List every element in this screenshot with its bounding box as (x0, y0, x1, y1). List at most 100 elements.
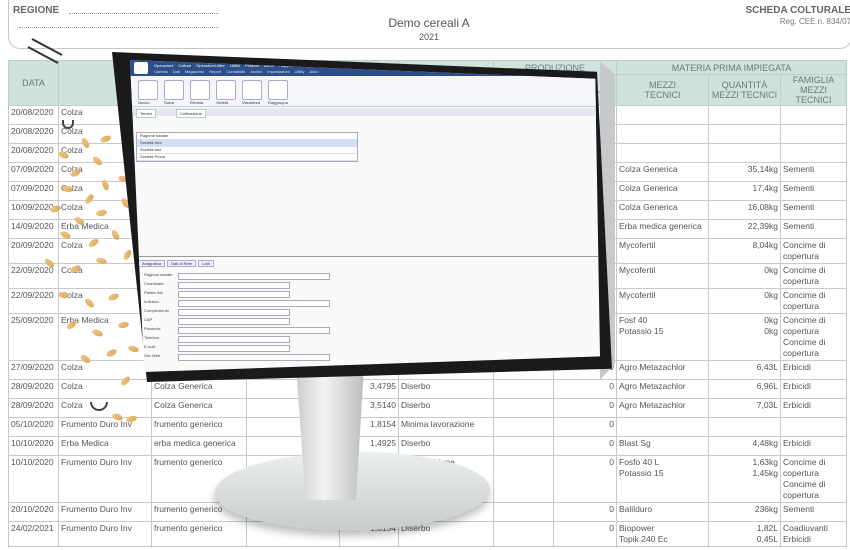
table-row: 24/02/2021 Frumento Duro Inv frumento gene… (8, 521, 848, 547)
cell-variety (151, 200, 247, 220)
cell-operation (398, 181, 495, 201)
col-specie: SPECIE (58, 60, 247, 106)
cell-variety (151, 360, 247, 380)
cell-input: Biopower Topik 240 Ec (616, 521, 710, 547)
cell-surface (338, 124, 400, 144)
cell-variety: frumento generico (151, 417, 247, 437)
cell-operation (398, 313, 495, 361)
cell-species: Frumento Duro Inv (58, 455, 152, 503)
cell-surface (338, 238, 400, 264)
cell-operation (398, 238, 495, 264)
region-dotted-line (69, 13, 219, 14)
cell-date: 24/02/2021 (8, 521, 59, 547)
cell-qt-harvested: 0 (553, 502, 618, 522)
table-row: 10/09/2020 Colza 0 Colza Generica 16,08kg Sem… (8, 200, 848, 220)
cell-family: Erbicidi (780, 360, 848, 380)
cell-input (616, 417, 710, 437)
cell-surface: 1,4925 (338, 436, 400, 456)
table-row: 27/09/2020 Colza 0 Agro Metazachlor 6,43L Erb… (8, 360, 848, 380)
cell-empty (246, 360, 340, 380)
cell-family: Concime di copertura (780, 238, 848, 264)
cell-family: Sementi (780, 502, 848, 522)
cell-family: Coadiuvanti Erbicidi (780, 521, 848, 547)
cell-surface: 1,8154 (338, 455, 400, 503)
table-row: 20/08/2020 Colza 0 (8, 105, 848, 125)
cell-quantity: 16,08kg (708, 200, 782, 220)
cell-empty (246, 200, 340, 220)
cell-surface (338, 162, 400, 182)
cell-input (616, 105, 710, 125)
col-operazione: OPERAZIONE (398, 60, 495, 106)
cell-product-harvested (493, 143, 555, 163)
cell-input: Agro Metazachlor (616, 360, 710, 380)
cell-family (780, 417, 848, 437)
cell-product-harvested (493, 288, 555, 314)
cell-qt-harvested: 0 (553, 105, 618, 125)
cell-quantity: 17,4kg (708, 181, 782, 201)
cell-date: 28/09/2020 (8, 379, 59, 399)
cell-input: Erba medica generica (616, 219, 710, 239)
cell-product-harvested (493, 502, 555, 522)
cell-empty (246, 521, 340, 547)
cell-variety (151, 105, 247, 125)
cell-operation (398, 288, 495, 314)
cell-empty (246, 105, 340, 125)
cell-input: Agro Metazachlor (616, 398, 710, 418)
cell-qt-harvested: 0 (553, 379, 618, 399)
cell-quantity (708, 105, 782, 125)
cell-product-harvested (493, 124, 555, 144)
cell-date: 20/08/2020 (8, 143, 59, 163)
cell-empty (246, 143, 340, 163)
cell-species: Colza (58, 143, 152, 163)
cell-product-harvested (493, 398, 555, 418)
cell-empty (246, 436, 340, 456)
cell-quantity: 8,04kg (708, 238, 782, 264)
cell-quantity: 0kg 0kg (708, 313, 782, 361)
cell-date: 20/08/2020 (8, 124, 59, 144)
cell-operation (398, 200, 495, 220)
cell-variety (151, 263, 247, 289)
cell-qt-harvested: 0 (553, 521, 618, 547)
cell-family: Sementi (780, 219, 848, 239)
cell-date: 20/08/2020 (8, 105, 59, 125)
cell-family: Concime di copertura Concime di copertur… (780, 313, 848, 361)
cell-surface (338, 200, 400, 220)
cell-qt-harvested: 0 (553, 313, 618, 361)
cell-species: Frumento Duro Inv (58, 502, 152, 522)
cell-empty (246, 124, 340, 144)
cell-variety: frumento generico (151, 521, 247, 547)
cell-empty (246, 313, 340, 361)
document-title: Demo cereali A (388, 16, 470, 30)
cell-empty (246, 417, 340, 437)
cell-qt-harvested: 0 (553, 219, 618, 239)
cell-empty (246, 398, 340, 418)
cell-date: 07/09/2020 (8, 162, 59, 182)
cell-family: Concime di copertura (780, 288, 848, 314)
cell-product-harvested (493, 263, 555, 289)
cell-operation (398, 502, 495, 522)
cell-input: Colza Generica (616, 162, 710, 182)
col-superficie: SUPERFICIE TRATTATA (338, 60, 400, 106)
cell-family (780, 105, 848, 125)
cell-empty (246, 288, 340, 314)
cell-family: Sementi (780, 162, 848, 182)
table-row: 20/10/2020 Frumento Duro Inv frumento gene… (8, 502, 848, 522)
cell-quantity: 0kg (708, 263, 782, 289)
cell-qt-harvested: 0 (553, 417, 618, 437)
cell-date: 05/10/2020 (8, 417, 59, 437)
cell-surface: 1,8154 (338, 521, 400, 547)
cell-date: 14/09/2020 (8, 219, 59, 239)
table-row: 22/09/2020Colza0Mycofertil0kgConcime di … (8, 263, 848, 289)
table-row: 20/08/2020 Colza 0 (8, 143, 848, 163)
cell-input: Agro Metazachlor (616, 379, 710, 399)
cell-qt-harvested: 0 (553, 455, 618, 503)
cell-family: Erbicidi (780, 398, 848, 418)
cell-date: 07/09/2020 (8, 181, 59, 201)
cell-operation (398, 162, 495, 182)
cell-qt-harvested: 0 (553, 398, 618, 418)
table-row: 28/09/2020 Colza Colza Generica 3,4795 Diser… (8, 379, 848, 399)
cell-qt-harvested: 0 (553, 181, 618, 201)
cell-input: Fosfo 40 L Potassio 15 (616, 455, 710, 503)
cell-variety: frumento generico (151, 502, 247, 522)
cell-qt-harvested: 0 (553, 143, 618, 163)
